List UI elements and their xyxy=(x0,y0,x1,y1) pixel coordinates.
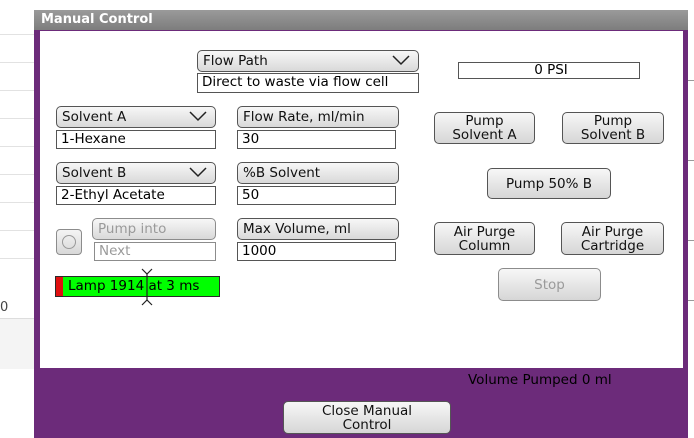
percent-b-value: 50 xyxy=(237,186,396,205)
volume-pumped-text: Volume Pumped 0 ml xyxy=(468,372,612,388)
solvent-b-label: Solvent B xyxy=(62,165,127,181)
pump-into-value: Next xyxy=(94,242,216,261)
flow-path-label: Flow Path xyxy=(203,53,268,69)
close-manual-control-button[interactable]: Close Manual Control xyxy=(283,401,451,434)
chevron-down-icon xyxy=(189,167,207,178)
air-purge-cartridge-line1: Air Purge xyxy=(581,223,644,240)
pump-solvent-b-button[interactable]: Pump Solvent B xyxy=(562,112,664,144)
pressure-readout: 0 PSI xyxy=(458,62,640,79)
close-button-line1: Close Manual xyxy=(321,402,413,419)
lamp-status: Lamp 1914 at 3 ms xyxy=(55,276,220,297)
lamp-indicator xyxy=(56,277,63,296)
air-purge-column-button[interactable]: Air Purge Column xyxy=(434,222,535,255)
air-purge-cartridge-line2: Cartridge xyxy=(580,237,645,254)
background-text: 0 xyxy=(0,300,9,315)
flow-rate-button[interactable]: Flow Rate, ml/min xyxy=(237,106,399,128)
air-purge-cartridge-button[interactable]: Air Purge Cartridge xyxy=(561,222,664,255)
flow-path-dropdown[interactable]: Flow Path xyxy=(197,50,419,72)
pump-solvent-a-line2: Solvent A xyxy=(452,127,517,143)
pump-into-dropdown[interactable]: Pump into xyxy=(92,218,216,240)
dialog-title: Manual Control xyxy=(34,10,688,30)
flow-path-value: Direct to waste via flow cell xyxy=(197,73,419,93)
flow-rate-value: 30 xyxy=(237,130,396,149)
max-volume-value: 1000 xyxy=(237,242,396,261)
circle-icon xyxy=(62,235,76,249)
pump-solvent-b-line2: Solvent B xyxy=(580,127,646,143)
chevron-down-icon xyxy=(392,55,410,66)
solvent-a-label: Solvent A xyxy=(62,109,127,125)
solvent-b-value: 2-Ethyl Acetate xyxy=(56,186,216,205)
pump-solvent-a-line1: Pump xyxy=(465,113,504,129)
chevron-down-icon xyxy=(189,111,207,122)
max-volume-button[interactable]: Max Volume, ml xyxy=(237,218,399,240)
solvent-a-value: 1-Hexane xyxy=(56,130,216,149)
lamp-status-text: Lamp 1914 at 3 ms xyxy=(68,278,200,294)
percent-b-button[interactable]: %B Solvent xyxy=(237,162,399,184)
solvent-b-dropdown[interactable]: Solvent B xyxy=(56,162,216,184)
pump-into-radio-button[interactable] xyxy=(56,229,82,255)
air-purge-column-line2: Column xyxy=(458,237,511,254)
pump-solvent-a-button[interactable]: Pump Solvent A xyxy=(434,112,535,144)
stop-button[interactable]: Stop xyxy=(498,268,601,301)
pump-solvent-b-line1: Pump xyxy=(593,113,633,129)
background-right-edge xyxy=(688,0,694,438)
text-cursor-icon xyxy=(141,268,153,306)
close-button-line2: Control xyxy=(342,416,392,433)
pump-50-b-button[interactable]: Pump 50% B xyxy=(487,168,611,199)
air-purge-column-line1: Air Purge xyxy=(453,223,516,240)
solvent-a-dropdown[interactable]: Solvent A xyxy=(56,106,216,128)
